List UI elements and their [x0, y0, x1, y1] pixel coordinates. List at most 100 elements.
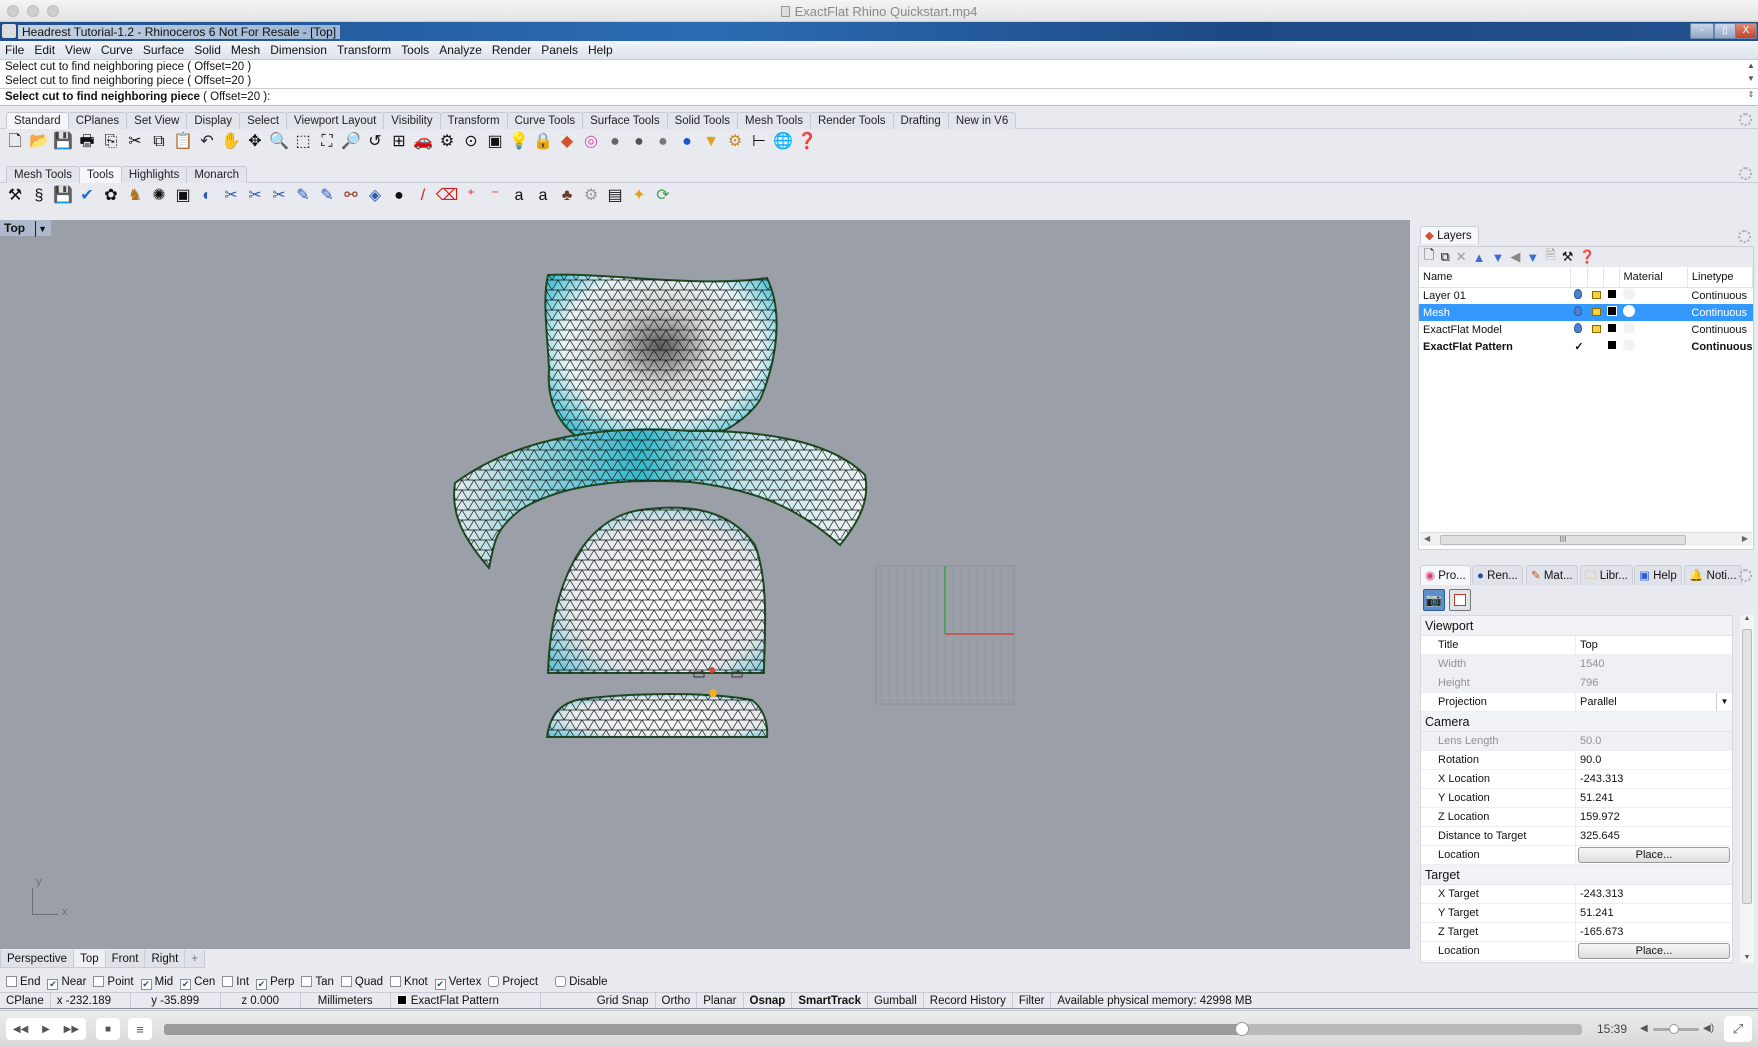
cut-tool-icon[interactable]: ✂ — [220, 185, 242, 207]
paste-icon[interactable]: 📋 — [172, 131, 194, 153]
layer-linetype[interactable]: Continuous — [1687, 287, 1752, 304]
rewind-button[interactable]: ◀◀ — [13, 1024, 28, 1035]
color-swatch[interactable] — [1607, 340, 1618, 350]
layer-color[interactable] — [1603, 338, 1619, 355]
zoom-window-icon[interactable]: ⬚ — [292, 131, 314, 153]
leather-hide-icon[interactable]: ♞ — [124, 185, 146, 207]
prompt-spin-icon[interactable]: ⇕ — [1746, 90, 1756, 99]
dimension-icon[interactable]: ⊢ — [748, 131, 770, 153]
toggle-filter[interactable]: Filter — [1013, 993, 1052, 1008]
layer-lock-toggle[interactable] — [1588, 338, 1604, 355]
toggle-smarttrack[interactable]: SmartTrack — [792, 993, 868, 1008]
new-sublayer-icon[interactable]: ⧉ — [1440, 249, 1449, 265]
mesh-piece-bottom[interactable] — [545, 692, 769, 738]
layer-lock-toggle[interactable] — [1588, 287, 1604, 304]
osnap-project[interactable]: Project — [488, 972, 538, 992]
flatten-mesh-icon[interactable]: ⚒ — [4, 185, 26, 207]
layer-linetype[interactable]: Continuous — [1687, 338, 1752, 355]
spiral-icon[interactable]: § — [28, 185, 50, 207]
blue-cube-icon[interactable]: ◈ — [364, 185, 386, 207]
osnap-project-checkbox[interactable] — [488, 976, 500, 987]
menu-curve[interactable]: Curve — [96, 41, 138, 60]
remove-notch-icon[interactable]: ⁻ — [484, 185, 506, 207]
place-button[interactable]: Place... — [1578, 847, 1730, 863]
filter-icon[interactable]: ▼ — [1526, 250, 1539, 265]
layer-material[interactable] — [1619, 304, 1688, 321]
property-value[interactable]: 51.241 — [1576, 904, 1732, 922]
unlocked-icon[interactable] — [1591, 324, 1601, 333]
restore-button[interactable]: ▯ — [1714, 23, 1736, 39]
move-out-icon[interactable]: ◀ — [1510, 249, 1520, 265]
tab-solid-tools[interactable]: Solid Tools — [666, 112, 738, 129]
scroll-down-icon[interactable]: ▼ — [1746, 74, 1756, 83]
osnap-quad-checkbox[interactable] — [340, 976, 352, 987]
dropdown-arrow-icon[interactable]: ▼ — [1716, 693, 1732, 711]
osnap-end[interactable]: End — [6, 972, 40, 992]
report-icon[interactable]: ▤ — [604, 185, 626, 207]
text-a-2-icon[interactable]: a — [532, 185, 554, 207]
property-value[interactable]: 325.645 — [1576, 827, 1732, 845]
layer-row[interactable]: Mesh Continuous — [1419, 304, 1753, 321]
scroll-left-icon[interactable]: ◀ — [1424, 534, 1430, 543]
grenade-icon[interactable]: ● — [388, 185, 410, 207]
viewport-title-menu[interactable]: Top ▼ — [0, 220, 52, 237]
zoom-extents-icon[interactable]: ⛶ — [316, 131, 338, 153]
volume-slider[interactable] — [1653, 1024, 1699, 1034]
toggle-gumball[interactable]: Gumball — [868, 993, 924, 1008]
layer-material[interactable] — [1619, 321, 1687, 338]
properties-tab-5[interactable]: 🔔 Noti... — [1684, 565, 1742, 585]
lock-icon[interactable]: 🔒 — [532, 131, 554, 153]
property-value[interactable]: Top — [1576, 636, 1732, 654]
undo-view-icon[interactable]: ↺ — [364, 131, 386, 153]
layer-visible-toggle[interactable] — [1570, 321, 1587, 338]
section-target[interactable]: Target — [1421, 865, 1732, 885]
outline-icon[interactable]: ✿ — [100, 185, 122, 207]
menu-mesh[interactable]: Mesh — [226, 41, 265, 60]
osnap-near-checkbox[interactable]: ✔ — [47, 979, 59, 990]
lightbulb-icon[interactable] — [1574, 306, 1583, 316]
volume-handle[interactable] — [1668, 1024, 1679, 1034]
osnap-mid[interactable]: ✔ Mid — [140, 972, 173, 992]
tab-mesh-tools[interactable]: Mesh Tools — [737, 112, 811, 129]
save-icon[interactable]: 💾 — [52, 131, 74, 153]
menu-panels[interactable]: Panels — [536, 41, 583, 60]
tab-layers[interactable]: ◆ Layers — [1420, 226, 1479, 244]
viewport-tab-right[interactable]: Right — [144, 950, 186, 968]
move-down-icon[interactable]: ▼ — [1492, 250, 1505, 265]
pencil-icon[interactable]: / — [412, 185, 434, 207]
scroll-thumb[interactable]: III — [1440, 535, 1686, 545]
layer-linetype[interactable]: Continuous — [1687, 321, 1752, 338]
puzzle-icon[interactable]: ♣ — [556, 185, 578, 207]
tab-cplanes[interactable]: CPlanes — [67, 112, 128, 129]
settings-icon[interactable]: ⚙ — [580, 185, 602, 207]
scroll-up-icon[interactable]: ▲ — [1740, 615, 1754, 622]
properties-tab-0[interactable]: ◉ Pro... — [1420, 565, 1471, 585]
toggle-osnap[interactable]: Osnap — [744, 993, 793, 1008]
lightbulb-icon[interactable] — [1574, 289, 1583, 300]
osnap-perp-checkbox[interactable]: ✔ — [256, 979, 268, 990]
tab-standard[interactable]: Standard — [6, 112, 69, 129]
layers-horizontal-scrollbar[interactable]: ◀ III ▶ — [1420, 532, 1752, 546]
properties-vertical-scrollbar[interactable]: ▲ ▼ — [1740, 615, 1754, 963]
layer-visible-toggle[interactable] — [1570, 287, 1587, 304]
toggle-grid-snap[interactable]: Grid Snap — [591, 993, 656, 1008]
property-value[interactable]: 159.972 — [1576, 808, 1732, 826]
toolbar-settings-gear-icon[interactable] — [1739, 167, 1752, 180]
eraser-icon[interactable]: ⌫ — [436, 185, 459, 207]
viewport-tab-perspective[interactable]: Perspective — [0, 950, 75, 968]
select-pieces-icon[interactable]: ▣ — [172, 185, 194, 207]
property-value[interactable]: -243.313 — [1576, 885, 1732, 903]
scroll-right-icon[interactable]: ▶ — [1742, 534, 1748, 543]
properties-icon[interactable]: ⚙ — [436, 131, 458, 153]
color-swatch[interactable] — [1607, 306, 1618, 316]
blue-ball-icon[interactable]: ● — [676, 131, 698, 153]
properties-tab-4[interactable]: ▣ Help — [1634, 565, 1682, 585]
layer-color-icon[interactable]: ◆ — [556, 131, 578, 153]
property-value[interactable]: Parallel ▼ — [1576, 693, 1732, 711]
fullscreen-button[interactable]: ⤢ — [1724, 1016, 1752, 1042]
wand-icon[interactable]: ✦ — [628, 185, 650, 207]
rendered-ball-icon[interactable]: ● — [652, 131, 674, 153]
scroll-up-icon[interactable]: ▲ — [1746, 61, 1756, 70]
seek-bar[interactable] — [164, 1022, 1582, 1036]
lightbulb-icon[interactable]: 💡 — [508, 131, 530, 153]
